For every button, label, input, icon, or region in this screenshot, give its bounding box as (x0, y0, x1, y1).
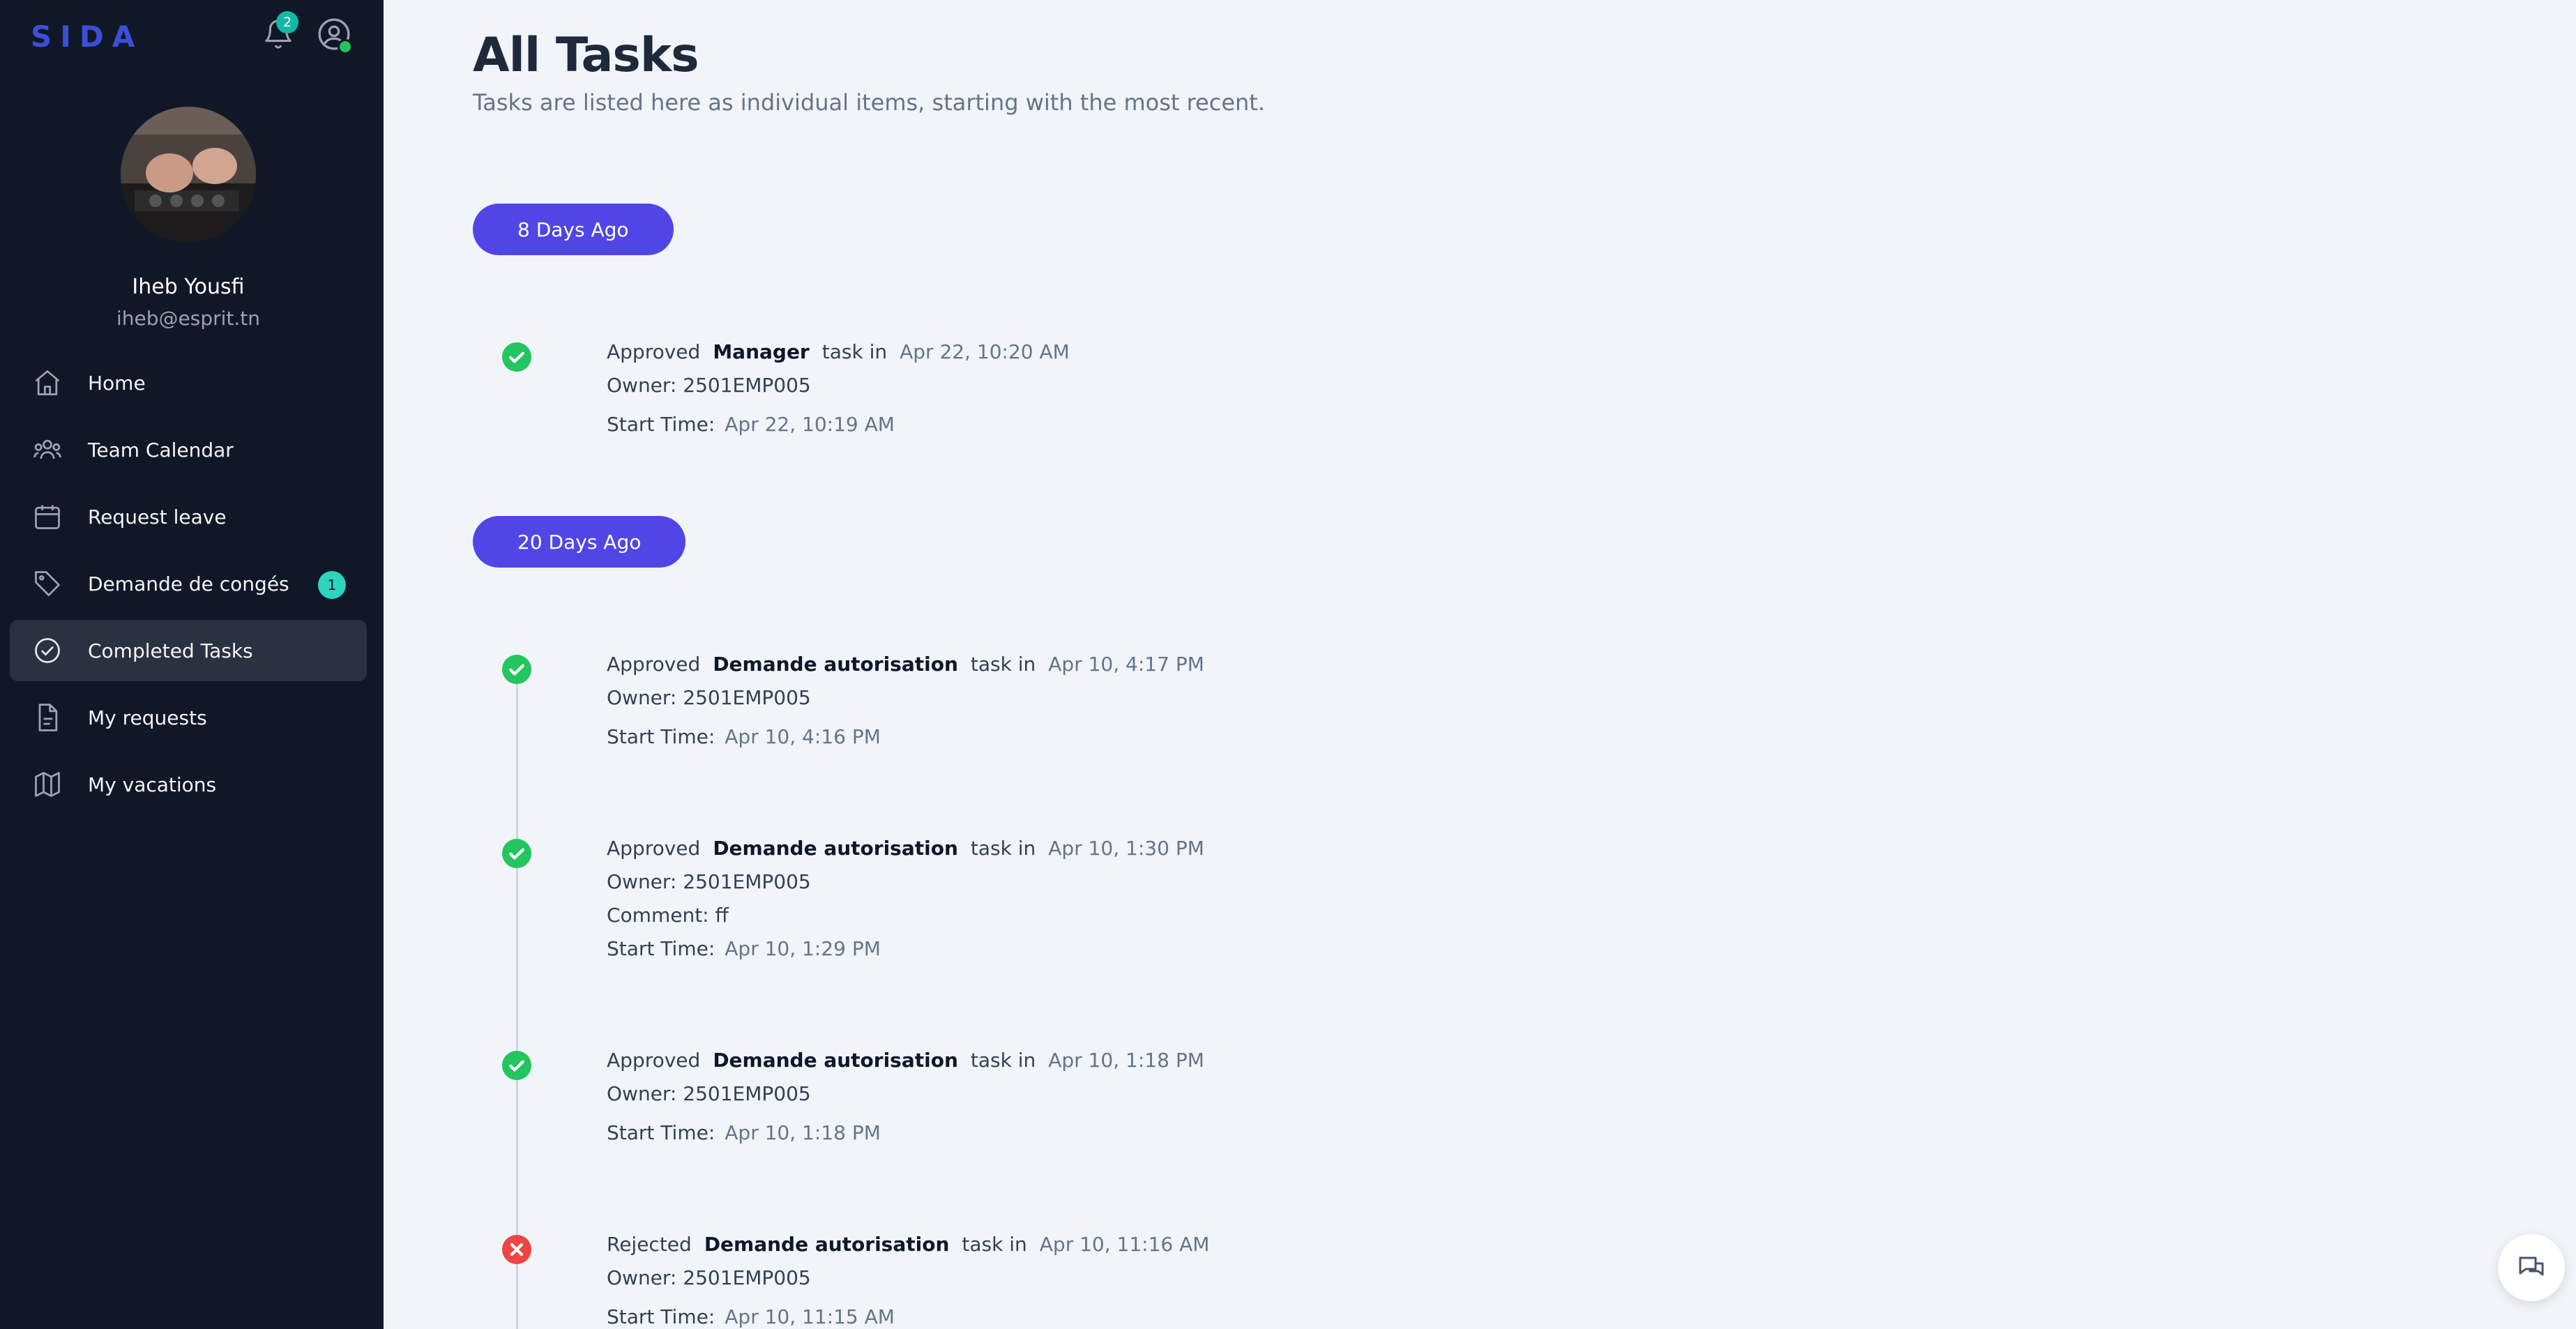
task-start-time: Start Time: Apr 10, 1:29 PM (607, 937, 881, 960)
task-time: Apr 22, 10:20 AM (900, 340, 1070, 363)
start-time-label: Start Time: (607, 1121, 715, 1144)
task-start-time: Start Time: Apr 10, 11:15 AM (607, 1305, 895, 1328)
sidebar-item-completed-tasks[interactable]: Completed Tasks (10, 620, 367, 681)
document-icon (38, 704, 58, 731)
check-circle-icon (502, 342, 531, 372)
check-circle-icon (502, 839, 531, 868)
task-owner: Owner: 2501EMP005 (607, 374, 811, 397)
task-start-time: Start Time: Apr 10, 1:18 PM (607, 1121, 881, 1144)
tag-icon (35, 571, 60, 596)
task-type: Demande autorisation (713, 837, 958, 860)
task-owner: Owner: 2501EMP005 (607, 1082, 811, 1105)
page-subtitle: Tasks are listed here as individual item… (473, 89, 1266, 116)
team-icon (33, 439, 61, 459)
count-badge: 1 (318, 571, 346, 599)
sidebar-item-label: Demande de congés (88, 572, 289, 595)
home-icon (35, 370, 60, 395)
sidebar-item-label: Request leave (88, 505, 227, 529)
group-date-pill: 20 Days Ago (473, 516, 686, 568)
task-start-time: Start Time: Apr 22, 10:19 AM (607, 413, 895, 436)
notification-badge: 2 (276, 11, 298, 33)
avatar[interactable] (121, 107, 256, 242)
group-date-pill: 8 Days Ago (473, 204, 674, 255)
sidebar-item-my-vacations[interactable]: My vacations (10, 754, 367, 815)
task-owner: Owner: 2501EMP005 (607, 870, 811, 893)
sidebar-item-my-requests[interactable]: My requests (10, 687, 367, 748)
chat-button[interactable] (2498, 1234, 2565, 1301)
app-logo[interactable]: SIDA (31, 20, 143, 54)
task-type: Demande autorisation (704, 1233, 950, 1256)
x-circle-icon (502, 1235, 531, 1264)
check-circle-icon (35, 638, 60, 663)
start-time-label: Start Time: (607, 937, 715, 960)
task-type: Demande autorisation (713, 1049, 958, 1072)
start-time-label: Start Time: (607, 725, 715, 748)
start-time-label: Start Time: (607, 1305, 715, 1328)
task-time: Apr 10, 1:30 PM (1048, 837, 1204, 860)
sidebar-nav: Home Team Calendar Request leave Demande… (10, 352, 367, 821)
task-type: Demande autorisation (713, 653, 958, 676)
task-owner: Owner: 2501EMP005 (607, 686, 811, 709)
task-action: Approved (607, 837, 701, 860)
task-summary: Approved Demande autorisation task in Apr 1… (607, 837, 1204, 860)
start-time-label: Start Time: (607, 413, 715, 436)
task-time: Apr 10, 11:16 AM (1039, 1233, 1210, 1256)
start-time-value: Apr 22, 10:19 AM (725, 413, 895, 436)
task-summary: Approved Demande autorisation task in Apr 1… (607, 653, 1204, 676)
task-in-label: task in (970, 1049, 1036, 1072)
sidebar-item-team-calendar[interactable]: Team Calendar (10, 419, 367, 480)
task-action: Approved (607, 1049, 701, 1072)
task-type: Manager (713, 340, 810, 363)
task-action: Approved (607, 653, 701, 676)
online-status-dot (338, 39, 353, 54)
page-title: All Tasks (473, 28, 699, 83)
sidebar: SIDA 2 Iheb Yousfi iheb@esprit.tn Home T… (0, 0, 384, 1329)
task-summary: Approved Manager task in Apr 22, 10:20 AM (607, 340, 1070, 363)
task-start-time: Start Time: Apr 10, 4:16 PM (607, 725, 881, 748)
task-summary: Approved Demande autorisation task in Apr 1… (607, 1049, 1204, 1072)
start-time-value: Apr 10, 11:15 AM (725, 1305, 895, 1328)
task-time: Apr 10, 1:18 PM (1048, 1049, 1204, 1072)
task-in-label: task in (962, 1233, 1027, 1256)
sidebar-item-demande-de-conges[interactable]: Demande de congés 1 (10, 553, 367, 614)
sidebar-item-label: My requests (88, 706, 207, 729)
task-action: Approved (607, 340, 701, 363)
sidebar-item-home[interactable]: Home (10, 352, 367, 413)
sidebar-item-label: Completed Tasks (88, 639, 253, 662)
sidebar-item-label: Home (88, 371, 146, 395)
sidebar-item-request-leave[interactable]: Request leave (10, 486, 367, 547)
task-in-label: task in (970, 837, 1036, 860)
start-time-value: Apr 10, 1:18 PM (725, 1121, 881, 1144)
sidebar-item-label: My vacations (88, 773, 217, 796)
start-time-value: Apr 10, 4:16 PM (725, 725, 881, 748)
task-time: Apr 10, 4:17 PM (1048, 653, 1204, 676)
user-email: iheb@esprit.tn (116, 307, 260, 330)
task-owner: Owner: 2501EMP005 (607, 1266, 811, 1289)
user-name: Iheb Yousfi (132, 275, 245, 299)
start-time-value: Apr 10, 1:29 PM (725, 937, 881, 960)
task-in-label: task in (970, 653, 1036, 676)
task-in-label: task in (821, 340, 888, 363)
timeline-line (516, 669, 518, 1329)
chat-icon (2519, 1256, 2544, 1276)
check-circle-icon (502, 655, 531, 684)
sidebar-item-label: Team Calendar (88, 438, 234, 462)
task-comment: Comment: ff (607, 904, 729, 927)
task-action: Rejected (607, 1233, 692, 1256)
calendar-icon (35, 505, 60, 529)
task-summary: Rejected Demande autorisation task in Apr 1… (607, 1233, 1209, 1256)
check-circle-icon (502, 1051, 531, 1080)
map-icon (35, 772, 60, 797)
